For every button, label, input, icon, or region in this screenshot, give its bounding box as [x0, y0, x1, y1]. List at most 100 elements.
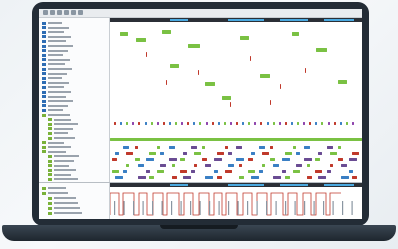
trace-tick[interactable] [217, 122, 220, 125]
trace-tick[interactable] [187, 122, 190, 125]
trace-tick[interactable] [168, 122, 171, 125]
trace-event[interactable] [329, 164, 333, 167]
trace-event[interactable] [270, 158, 276, 161]
trace-event[interactable] [258, 170, 263, 173]
trace-tick[interactable] [229, 122, 232, 125]
trace-tick[interactable] [254, 122, 257, 125]
trace-event[interactable] [157, 170, 165, 173]
tree-row[interactable] [42, 85, 64, 89]
tree-row[interactable] [48, 173, 71, 177]
trace-event[interactable] [225, 146, 228, 149]
trace-tick[interactable] [321, 122, 324, 125]
trace-event[interactable] [270, 100, 271, 105]
trace-tick[interactable] [351, 122, 354, 125]
trace-tick[interactable] [205, 122, 208, 125]
trace-tick[interactable] [248, 122, 251, 125]
trace-tick[interactable] [138, 122, 141, 125]
trace-event[interactable] [352, 176, 358, 179]
trace-event[interactable] [236, 146, 243, 149]
tree-row[interactable] [42, 26, 69, 30]
trace-event[interactable] [292, 170, 300, 173]
waveform-signal-row[interactable] [48, 201, 78, 205]
tree-row[interactable] [42, 95, 66, 99]
waveform-signal-row[interactable] [48, 211, 82, 215]
trace-event[interactable] [145, 158, 154, 161]
trace-event[interactable] [239, 164, 243, 167]
trace-event[interactable] [179, 170, 187, 173]
trace-tick[interactable] [290, 122, 293, 125]
trace-event[interactable] [329, 152, 337, 155]
trace-event[interactable] [112, 158, 117, 161]
trace-event[interactable] [162, 30, 171, 34]
trace-event[interactable] [216, 152, 224, 155]
trace-tick[interactable] [260, 122, 263, 125]
trace-tick[interactable] [297, 122, 299, 125]
trace-event[interactable] [136, 38, 146, 42]
tree-row[interactable] [48, 136, 75, 140]
trace-event[interactable] [160, 152, 165, 155]
back-icon[interactable] [43, 10, 48, 15]
trace-event[interactable] [250, 56, 251, 61]
trace-tick[interactable] [223, 122, 226, 125]
zoom-out-icon[interactable] [64, 10, 69, 15]
trace-event[interactable] [228, 164, 234, 167]
trace-event[interactable] [247, 158, 253, 161]
trace-tick[interactable] [120, 122, 123, 125]
trace-event[interactable] [168, 146, 175, 149]
trace-event[interactable] [258, 146, 265, 149]
tree-row[interactable] [48, 159, 74, 163]
trace-event[interactable] [137, 164, 144, 167]
trace-event[interactable] [326, 146, 333, 149]
trace-tick[interactable] [266, 122, 269, 125]
trace-event[interactable] [338, 146, 341, 149]
trace-event[interactable] [318, 176, 327, 179]
trace-event[interactable] [305, 68, 306, 73]
trace-event[interactable] [250, 176, 259, 179]
trace-event[interactable] [171, 176, 177, 179]
trace-event[interactable] [157, 146, 161, 149]
trace-event[interactable] [228, 152, 232, 155]
tree-row[interactable] [42, 39, 66, 43]
trace-event[interactable] [281, 158, 290, 161]
tree-row[interactable] [42, 62, 65, 66]
trace-event[interactable] [273, 164, 280, 167]
trace-event[interactable] [145, 170, 150, 173]
trace-event[interactable] [304, 158, 313, 161]
trace-tick[interactable] [345, 122, 348, 125]
trace-event[interactable] [194, 164, 198, 167]
trace-event[interactable] [239, 176, 245, 179]
trace-event[interactable] [295, 164, 302, 167]
tree-row[interactable] [42, 81, 69, 85]
tree-row[interactable] [42, 76, 62, 80]
tree-row[interactable] [42, 113, 70, 117]
trace-tick[interactable] [150, 122, 153, 125]
trace-event[interactable] [295, 152, 300, 155]
trace-event[interactable] [179, 158, 185, 161]
trace-event[interactable] [307, 164, 311, 167]
tree-row[interactable] [42, 108, 63, 112]
trace-event[interactable] [168, 158, 177, 161]
trace-event[interactable] [205, 176, 214, 179]
tree-row[interactable] [42, 72, 67, 76]
tree-row[interactable] [48, 168, 76, 172]
trace-event[interactable] [182, 176, 191, 179]
trace-event[interactable] [304, 146, 311, 149]
trace-tick[interactable] [284, 122, 287, 125]
trace-event[interactable] [281, 170, 286, 173]
trace-event[interactable] [126, 164, 130, 167]
trace-tick[interactable] [114, 122, 116, 125]
tree-row[interactable] [48, 118, 71, 122]
trace-tick[interactable] [309, 122, 312, 125]
trace-tick[interactable] [339, 122, 342, 125]
trace-event[interactable] [213, 158, 222, 161]
trace-event[interactable] [261, 164, 265, 167]
trace-tick[interactable] [211, 122, 214, 125]
trace-event[interactable] [166, 80, 167, 85]
trace-tick[interactable] [175, 122, 177, 125]
trace-event[interactable] [115, 152, 119, 155]
trace-tick[interactable] [162, 122, 165, 125]
trace-tick[interactable] [272, 122, 275, 125]
tree-row[interactable] [42, 44, 73, 48]
trace-event[interactable] [205, 82, 215, 86]
waveform-chart[interactable] [110, 187, 362, 219]
